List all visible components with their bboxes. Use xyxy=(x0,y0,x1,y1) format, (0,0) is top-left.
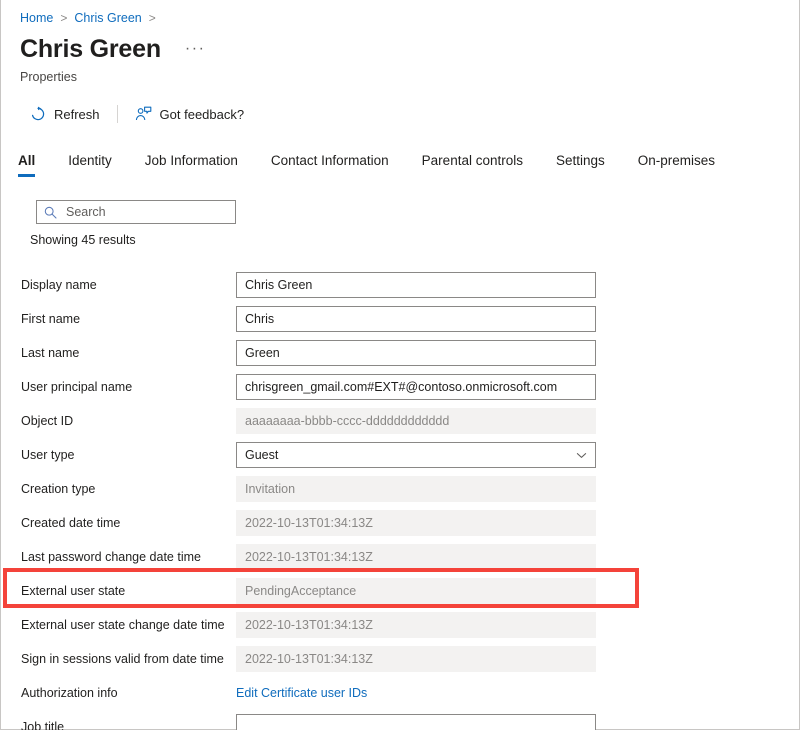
field-label: Authorization info xyxy=(21,686,118,700)
field-row: Last password change date time 2022-10-13… xyxy=(1,540,800,574)
field-row: Object ID aaaaaaaa-bbbb-cccc-dddddddddddd xyxy=(1,404,800,438)
field-control: 2022-10-13T01:34:13Z xyxy=(236,646,596,672)
properties-field-list: Display name Chris Green First name Chris La… xyxy=(1,268,800,730)
tab-on-premises[interactable]: On-premises xyxy=(638,153,715,177)
tab-contact-information[interactable]: Contact Information xyxy=(271,153,389,177)
field-control: Chris Green xyxy=(236,272,596,298)
created-date-time-value: 2022-10-13T01:34:13Z xyxy=(236,510,596,536)
page-title-row: Chris Green ··· xyxy=(20,34,207,64)
field-control: Guest xyxy=(236,442,596,468)
page-subtitle: Properties xyxy=(20,70,77,84)
object-id-value: aaaaaaaa-bbbb-cccc-dddddddddddd xyxy=(236,408,596,434)
chevron-down-icon xyxy=(576,450,587,461)
field-row: User type Guest xyxy=(1,438,800,472)
field-label: External user state change date time xyxy=(21,618,225,632)
field-control: Chris xyxy=(236,306,596,332)
breadcrumb: Home > Chris Green > xyxy=(20,10,163,26)
field-control: 2022-10-13T01:34:13Z xyxy=(236,510,596,536)
field-row: First name Chris xyxy=(1,302,800,336)
field-row: Authorization info Edit Certificate user … xyxy=(1,676,800,710)
last-password-change-date-time-value: 2022-10-13T01:34:13Z xyxy=(236,544,596,570)
breadcrumb-item-home[interactable]: Home xyxy=(20,10,53,26)
field-control: PendingAcceptance xyxy=(236,578,596,604)
search-icon xyxy=(44,206,57,219)
field-row: Last name Green xyxy=(1,336,800,370)
field-row: Created date time 2022-10-13T01:34:13Z xyxy=(1,506,800,540)
field-label: Sign in sessions valid from date time xyxy=(21,652,224,666)
results-count: Showing 45 results xyxy=(30,233,136,247)
field-label: Job title xyxy=(21,720,65,730)
field-label: Object ID xyxy=(21,414,74,428)
job-title-input[interactable] xyxy=(236,714,596,730)
feedback-person-icon xyxy=(135,106,152,123)
field-label: Last password change date time xyxy=(21,550,201,564)
tab-all[interactable]: All xyxy=(18,153,36,177)
first-name-input[interactable]: Chris xyxy=(236,306,596,332)
field-control: chrisgreen_gmail.com#EXT#@contoso.onmicr… xyxy=(236,374,596,400)
tab-identity[interactable]: Identity xyxy=(68,153,112,177)
field-row: Job title xyxy=(1,710,800,730)
refresh-icon xyxy=(29,106,46,123)
search-placeholder: Search xyxy=(66,205,106,219)
edit-certificate-user-ids-link[interactable]: Edit Certificate user IDs xyxy=(236,680,367,706)
user-type-dropdown[interactable]: Guest xyxy=(236,442,596,468)
breadcrumb-separator-icon: > xyxy=(148,11,156,25)
tab-bar: All Identity Job Information Contact Inform… xyxy=(18,145,748,177)
field-control: 2022-10-13T01:34:13Z xyxy=(236,544,596,570)
field-label: Created date time xyxy=(21,516,121,530)
search-input[interactable]: Search xyxy=(36,200,236,224)
field-label: User type xyxy=(21,448,75,462)
field-label: External user state xyxy=(21,584,126,598)
field-control: aaaaaaaa-bbbb-cccc-dddddddddddd xyxy=(236,408,596,434)
field-control: Green xyxy=(236,340,596,366)
external-user-state-change-date-time-value: 2022-10-13T01:34:13Z xyxy=(236,612,596,638)
external-user-state-value: PendingAcceptance xyxy=(236,578,596,604)
field-label: Display name xyxy=(21,278,97,292)
creation-type-value: Invitation xyxy=(236,476,596,502)
field-label: Last name xyxy=(21,346,80,360)
field-control: Invitation xyxy=(236,476,596,502)
user-principal-name-input[interactable]: chrisgreen_gmail.com#EXT#@contoso.onmicr… xyxy=(236,374,596,400)
refresh-button[interactable]: Refresh xyxy=(21,99,108,129)
user-properties-page: Home > Chris Green > Chris Green ··· Pro… xyxy=(0,0,800,730)
more-options-icon[interactable]: ··· xyxy=(183,38,207,60)
field-row: Creation type Invitation xyxy=(1,472,800,506)
field-row: External user state PendingAcceptance xyxy=(1,574,800,608)
field-row: User principal name chrisgreen_gmail.com#… xyxy=(1,370,800,404)
got-feedback-label: Got feedback? xyxy=(159,106,245,122)
tab-parental-controls[interactable]: Parental controls xyxy=(422,153,523,177)
field-label: User principal name xyxy=(21,380,133,394)
page-title: Chris Green xyxy=(20,35,161,63)
field-row: Display name Chris Green xyxy=(1,268,800,302)
field-control: 2022-10-13T01:34:13Z xyxy=(236,612,596,638)
field-control xyxy=(236,714,596,730)
command-bar-divider xyxy=(116,105,118,123)
display-name-input[interactable]: Chris Green xyxy=(236,272,596,298)
refresh-label: Refresh xyxy=(54,106,100,122)
field-row: Sign in sessions valid from date time 202… xyxy=(1,642,800,676)
got-feedback-button[interactable]: Got feedback? xyxy=(127,99,253,129)
field-label: First name xyxy=(21,312,81,326)
breadcrumb-item-chris-green[interactable]: Chris Green xyxy=(74,10,141,26)
last-name-input[interactable]: Green xyxy=(236,340,596,366)
tab-job-information[interactable]: Job Information xyxy=(145,153,238,177)
user-type-selected-value: Guest xyxy=(245,448,279,462)
field-control: Edit Certificate user IDs xyxy=(236,680,596,706)
field-label: Creation type xyxy=(21,482,96,496)
field-row: External user state change date time 2022… xyxy=(1,608,800,642)
command-bar: Refresh Got feedback? xyxy=(21,99,252,129)
breadcrumb-separator-icon: > xyxy=(60,11,68,25)
tab-settings[interactable]: Settings xyxy=(556,153,605,177)
sign-in-sessions-valid-from-date-time-value: 2022-10-13T01:34:13Z xyxy=(236,646,596,672)
